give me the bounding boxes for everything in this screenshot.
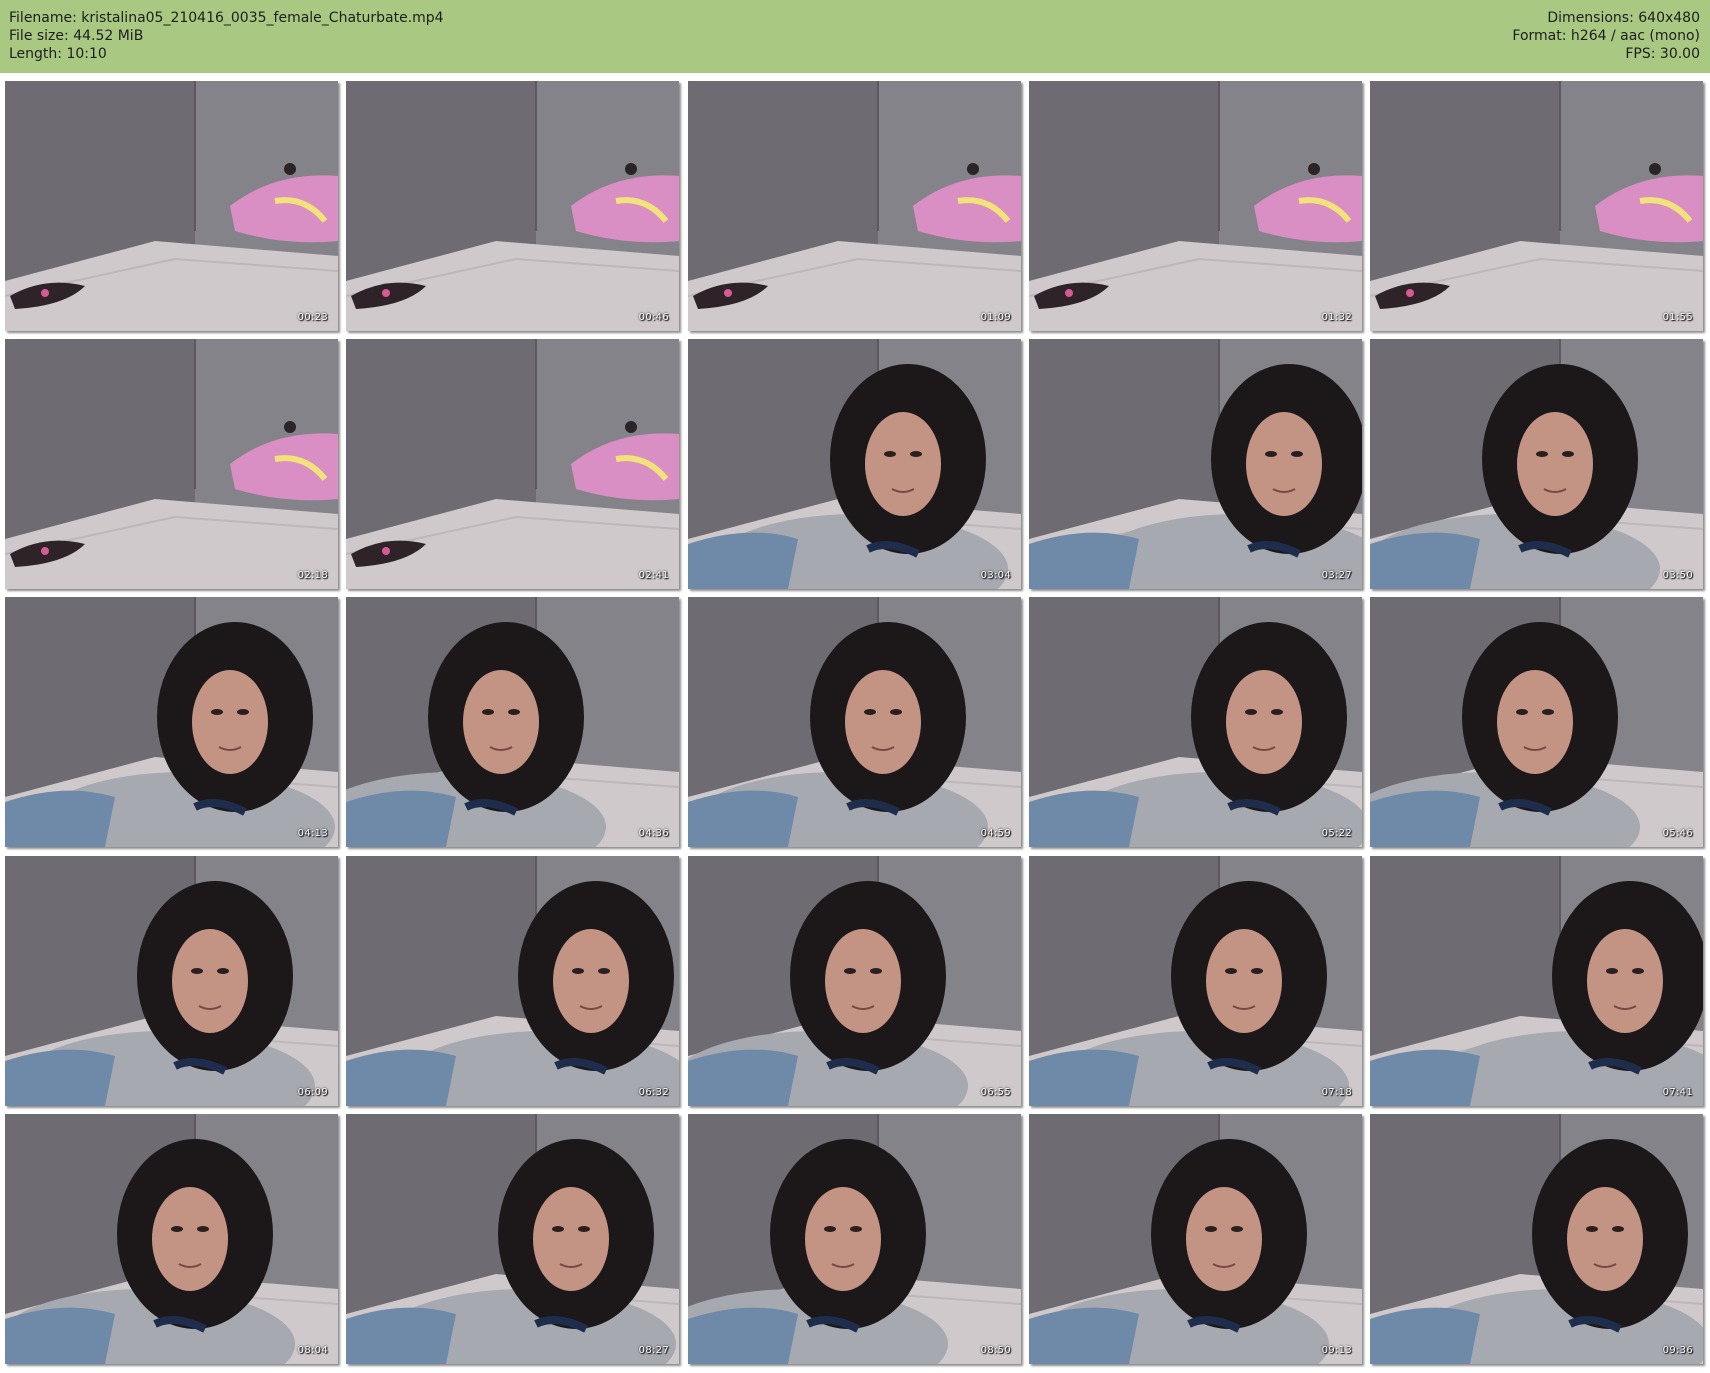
thumbnail-frame: 07:41	[1370, 856, 1703, 1106]
thumbnail-frame: 02:18	[5, 339, 338, 589]
thumbnail-grid: 00:23 00:46 01:09 01:32 01:55 02:18 02:41 03:04…	[0, 81, 1710, 1373]
thumbnail-frame: 01:09	[688, 81, 1021, 331]
timestamp-label: 04:36	[638, 828, 669, 839]
timestamp-label: 07:18	[1321, 1087, 1352, 1098]
thumbnail-frame: 06:09	[5, 856, 338, 1106]
timestamp-label: 06:55	[980, 1087, 1011, 1098]
frame-image	[346, 856, 679, 1106]
thumbnail-frame: 05:46	[1370, 597, 1703, 847]
timestamp-label: 03:27	[1321, 570, 1352, 581]
timestamp-label: 01:55	[1662, 312, 1693, 323]
thumbnail-frame: 01:32	[1029, 81, 1362, 331]
timestamp-label: 03:50	[1662, 570, 1693, 581]
timestamp-label: 00:23	[297, 312, 328, 323]
thumbnail-frame: 00:23	[5, 81, 338, 331]
frame-image	[1029, 856, 1362, 1106]
timestamp-label: 08:04	[297, 1345, 328, 1356]
timestamp-label: 04:59	[980, 828, 1011, 839]
frame-image	[688, 856, 1021, 1106]
frame-image	[346, 597, 679, 847]
timestamp-label: 08:27	[638, 1345, 669, 1356]
thumbnail-frame: 06:55	[688, 856, 1021, 1106]
thumbnail-frame: 00:46	[346, 81, 679, 331]
thumbnail-frame: 03:27	[1029, 339, 1362, 589]
timestamp-label: 01:32	[1321, 312, 1352, 323]
frame-image	[688, 339, 1021, 589]
fps-line: FPS: 30.00	[1625, 46, 1700, 62]
thumbnail-frame: 08:50	[688, 1114, 1021, 1364]
info-right: Dimensions: 640x480 Format: h264 / aac (…	[1512, 9, 1700, 63]
timestamp-label: 09:13	[1321, 1345, 1352, 1356]
info-left: Filename: kristalina05_210416_0035_femal…	[9, 9, 444, 63]
frame-image	[1370, 339, 1703, 589]
frame-image	[5, 856, 338, 1106]
format-line: Format: h264 / aac (mono)	[1512, 28, 1700, 44]
info-header: Filename: kristalina05_210416_0035_femal…	[0, 0, 1710, 73]
timestamp-label: 06:32	[638, 1087, 669, 1098]
thumbnail-frame: 04:59	[688, 597, 1021, 847]
thumbnail-frame: 07:18	[1029, 856, 1362, 1106]
thumbnail-frame: 04:36	[346, 597, 679, 847]
timestamp-label: 09:36	[1662, 1345, 1693, 1356]
filesize-line: File size: 44.52 MiB	[9, 28, 144, 44]
timestamp-label: 07:41	[1662, 1087, 1693, 1098]
thumbnail-frame: 03:50	[1370, 339, 1703, 589]
timestamp-label: 03:04	[980, 570, 1011, 581]
frame-image	[1029, 339, 1362, 589]
frame-image	[5, 1114, 338, 1364]
timestamp-label: 02:18	[297, 570, 328, 581]
thumbnail-frame: 04:13	[5, 597, 338, 847]
thumbnail-frame: 05:22	[1029, 597, 1362, 847]
thumbnail-frame: 03:04	[688, 339, 1021, 589]
timestamp-label: 04:13	[297, 828, 328, 839]
timestamp-label: 06:09	[297, 1087, 328, 1098]
filename-line: Filename: kristalina05_210416_0035_femal…	[9, 10, 444, 26]
frame-image	[1029, 597, 1362, 847]
timestamp-label: 02:41	[638, 570, 669, 581]
timestamp-label: 01:09	[980, 312, 1011, 323]
frame-image	[1029, 81, 1362, 331]
frame-image	[1029, 1114, 1362, 1364]
frame-image	[5, 339, 338, 589]
timestamp-label: 05:22	[1321, 828, 1352, 839]
frame-image	[346, 81, 679, 331]
thumbnail-frame: 08:27	[346, 1114, 679, 1364]
frame-image	[688, 597, 1021, 847]
frame-image	[1370, 597, 1703, 847]
frame-image	[346, 339, 679, 589]
thumbnail-frame: 09:36	[1370, 1114, 1703, 1364]
dimensions-line: Dimensions: 640x480	[1547, 10, 1700, 26]
thumbnail-frame: 08:04	[5, 1114, 338, 1364]
frame-image	[1370, 81, 1703, 331]
frame-image	[688, 1114, 1021, 1364]
frame-image	[1370, 1114, 1703, 1364]
timestamp-label: 00:46	[638, 312, 669, 323]
thumbnail-frame: 06:32	[346, 856, 679, 1106]
frame-image	[1370, 856, 1703, 1106]
thumbnail-frame: 02:41	[346, 339, 679, 589]
frame-image	[5, 81, 338, 331]
thumbnail-frame: 01:55	[1370, 81, 1703, 331]
frame-image	[346, 1114, 679, 1364]
frame-image	[5, 597, 338, 847]
timestamp-label: 08:50	[980, 1345, 1011, 1356]
length-line: Length: 10:10	[9, 46, 107, 62]
frame-image	[688, 81, 1021, 331]
timestamp-label: 05:46	[1662, 828, 1693, 839]
thumbnail-frame: 09:13	[1029, 1114, 1362, 1364]
